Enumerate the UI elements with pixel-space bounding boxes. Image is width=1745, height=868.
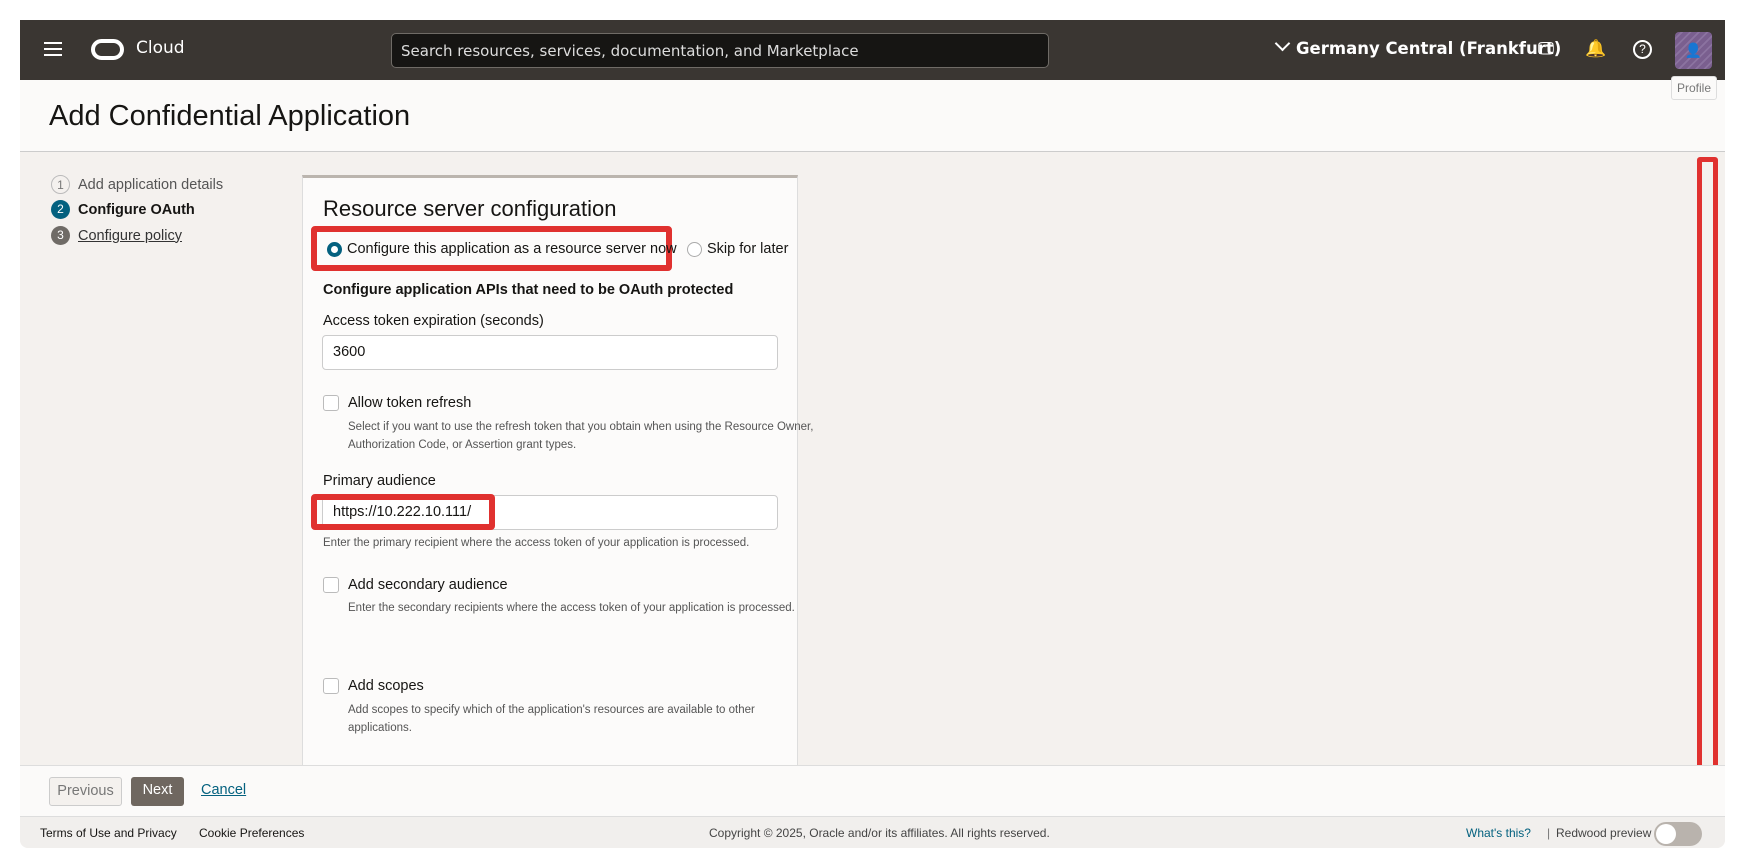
- redwood-label: Redwood preview: [1556, 826, 1652, 840]
- chevron-down-icon[interactable]: [1274, 35, 1291, 52]
- cookie-preferences-link[interactable]: Cookie Preferences: [199, 826, 304, 840]
- cancel-link[interactable]: Cancel: [201, 777, 246, 806]
- profile-tooltip: Profile: [1671, 76, 1717, 100]
- step-number: 3: [51, 226, 70, 245]
- radio-skip-label[interactable]: Skip for later: [707, 241, 788, 257]
- developer-tools-icon[interactable]: 🖵: [1535, 38, 1557, 60]
- add-scopes-checkbox[interactable]: [323, 678, 339, 694]
- copyright-text: Copyright © 2025, Oracle and/or its affi…: [709, 826, 1050, 840]
- radio-configure-now[interactable]: [327, 242, 342, 257]
- step-number: 2: [51, 200, 70, 219]
- help-icon[interactable]: ?: [1633, 40, 1652, 59]
- search-input[interactable]: Search resources, services, documentatio…: [391, 33, 1049, 68]
- step-label: Configure OAuth: [78, 201, 195, 218]
- primary-audience-help: Enter the primary recipient where the ac…: [323, 537, 750, 549]
- radio-skip[interactable]: [687, 242, 702, 257]
- primary-audience-label: Primary audience: [323, 473, 436, 489]
- page-title: Add Confidential Application: [49, 100, 411, 132]
- step-3[interactable]: 3 Configure policy: [51, 226, 182, 245]
- oracle-logo-icon[interactable]: [91, 39, 124, 60]
- separator: |: [1547, 826, 1551, 840]
- secondary-audience-help: Enter the secondary recipients where the…: [348, 602, 795, 614]
- notifications-bell-icon[interactable]: 🔔: [1585, 38, 1607, 60]
- page-footer: Terms of Use and Privacy Cookie Preferen…: [20, 816, 1725, 848]
- allow-refresh-help: Select if you want to use the refresh to…: [348, 421, 814, 451]
- step-label: Add application details: [78, 176, 224, 193]
- wizard-actions: Previous Next Cancel: [20, 765, 1725, 816]
- resource-server-card: Resource server configuration Configure …: [302, 175, 813, 795]
- token-expiration-input[interactable]: 3600: [322, 335, 778, 370]
- next-button[interactable]: Next: [131, 777, 184, 806]
- profile-avatar[interactable]: 👤: [1675, 32, 1712, 69]
- step-label[interactable]: Configure policy: [78, 228, 182, 244]
- terms-link[interactable]: Terms of Use and Privacy: [40, 826, 177, 840]
- region-selector[interactable]: Germany Central (Frankfurt): [1296, 39, 1561, 58]
- whats-this-link[interactable]: What's this?: [1466, 826, 1531, 840]
- step-2-current: 2 Configure OAuth: [51, 200, 195, 219]
- highlight-box: [311, 494, 495, 530]
- top-nav: Cloud Search resources, services, docume…: [20, 20, 1725, 80]
- step-1[interactable]: 1 Add application details: [51, 175, 223, 194]
- title-band: Add Confidential Application: [20, 80, 1725, 152]
- radio-configure-label[interactable]: Configure this application as a resource…: [347, 241, 677, 257]
- section-heading: Resource server configuration: [323, 196, 617, 221]
- previous-button[interactable]: Previous: [49, 777, 122, 806]
- app-frame: Cloud Search resources, services, docume…: [20, 20, 1725, 848]
- redwood-preview-toggle[interactable]: [1654, 822, 1702, 846]
- step-number: 1: [51, 175, 70, 194]
- allow-refresh-label[interactable]: Allow token refresh: [348, 395, 471, 411]
- add-scopes-label[interactable]: Add scopes: [348, 678, 424, 694]
- allow-refresh-checkbox[interactable]: [323, 395, 339, 411]
- secondary-audience-label[interactable]: Add secondary audience: [348, 577, 508, 593]
- add-scopes-help: Add scopes to specify which of the appli…: [348, 704, 755, 734]
- apis-subheading: Configure application APIs that need to …: [323, 282, 734, 298]
- hamburger-menu-icon[interactable]: [44, 42, 62, 56]
- token-label: Access token expiration (seconds): [323, 313, 544, 329]
- secondary-audience-checkbox[interactable]: [323, 577, 339, 593]
- brand-label[interactable]: Cloud: [136, 38, 185, 58]
- highlight-scrollbar-box: [1697, 157, 1718, 811]
